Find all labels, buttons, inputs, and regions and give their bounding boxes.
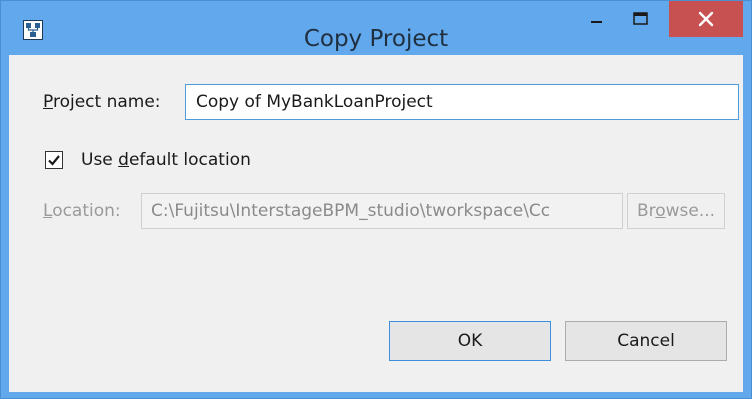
use-default-location-checkbox[interactable] — [45, 151, 63, 169]
dialog-content: Project name: Copy of MyBankLoanProject … — [9, 55, 743, 392]
maximize-button[interactable] — [619, 1, 663, 37]
close-button[interactable] — [669, 1, 743, 37]
minimize-button[interactable] — [575, 1, 619, 37]
title-bar[interactable]: Copy Project — [1, 1, 751, 53]
browse-button[interactable]: Browse... — [627, 193, 725, 229]
project-name-label: Project name: — [43, 92, 161, 112]
interstage-studio-icon[interactable] — [23, 20, 43, 40]
location-label: Location: — [43, 201, 121, 221]
copy-project-dialog: Copy Project Project name: Copy of MyBan… — [0, 0, 752, 399]
use-default-location-label[interactable]: Use default location — [81, 150, 251, 170]
minimize-icon — [591, 21, 602, 23]
close-icon — [698, 11, 714, 27]
maximize-icon — [633, 12, 648, 25]
location-input[interactable]: C:\Fujitsu\InterstageBPM_studio\tworkspa… — [141, 193, 623, 229]
ok-button[interactable]: OK — [389, 321, 551, 361]
checkmark-icon — [48, 155, 60, 166]
project-name-input[interactable]: Copy of MyBankLoanProject — [185, 84, 739, 120]
cancel-button[interactable]: Cancel — [565, 321, 727, 361]
